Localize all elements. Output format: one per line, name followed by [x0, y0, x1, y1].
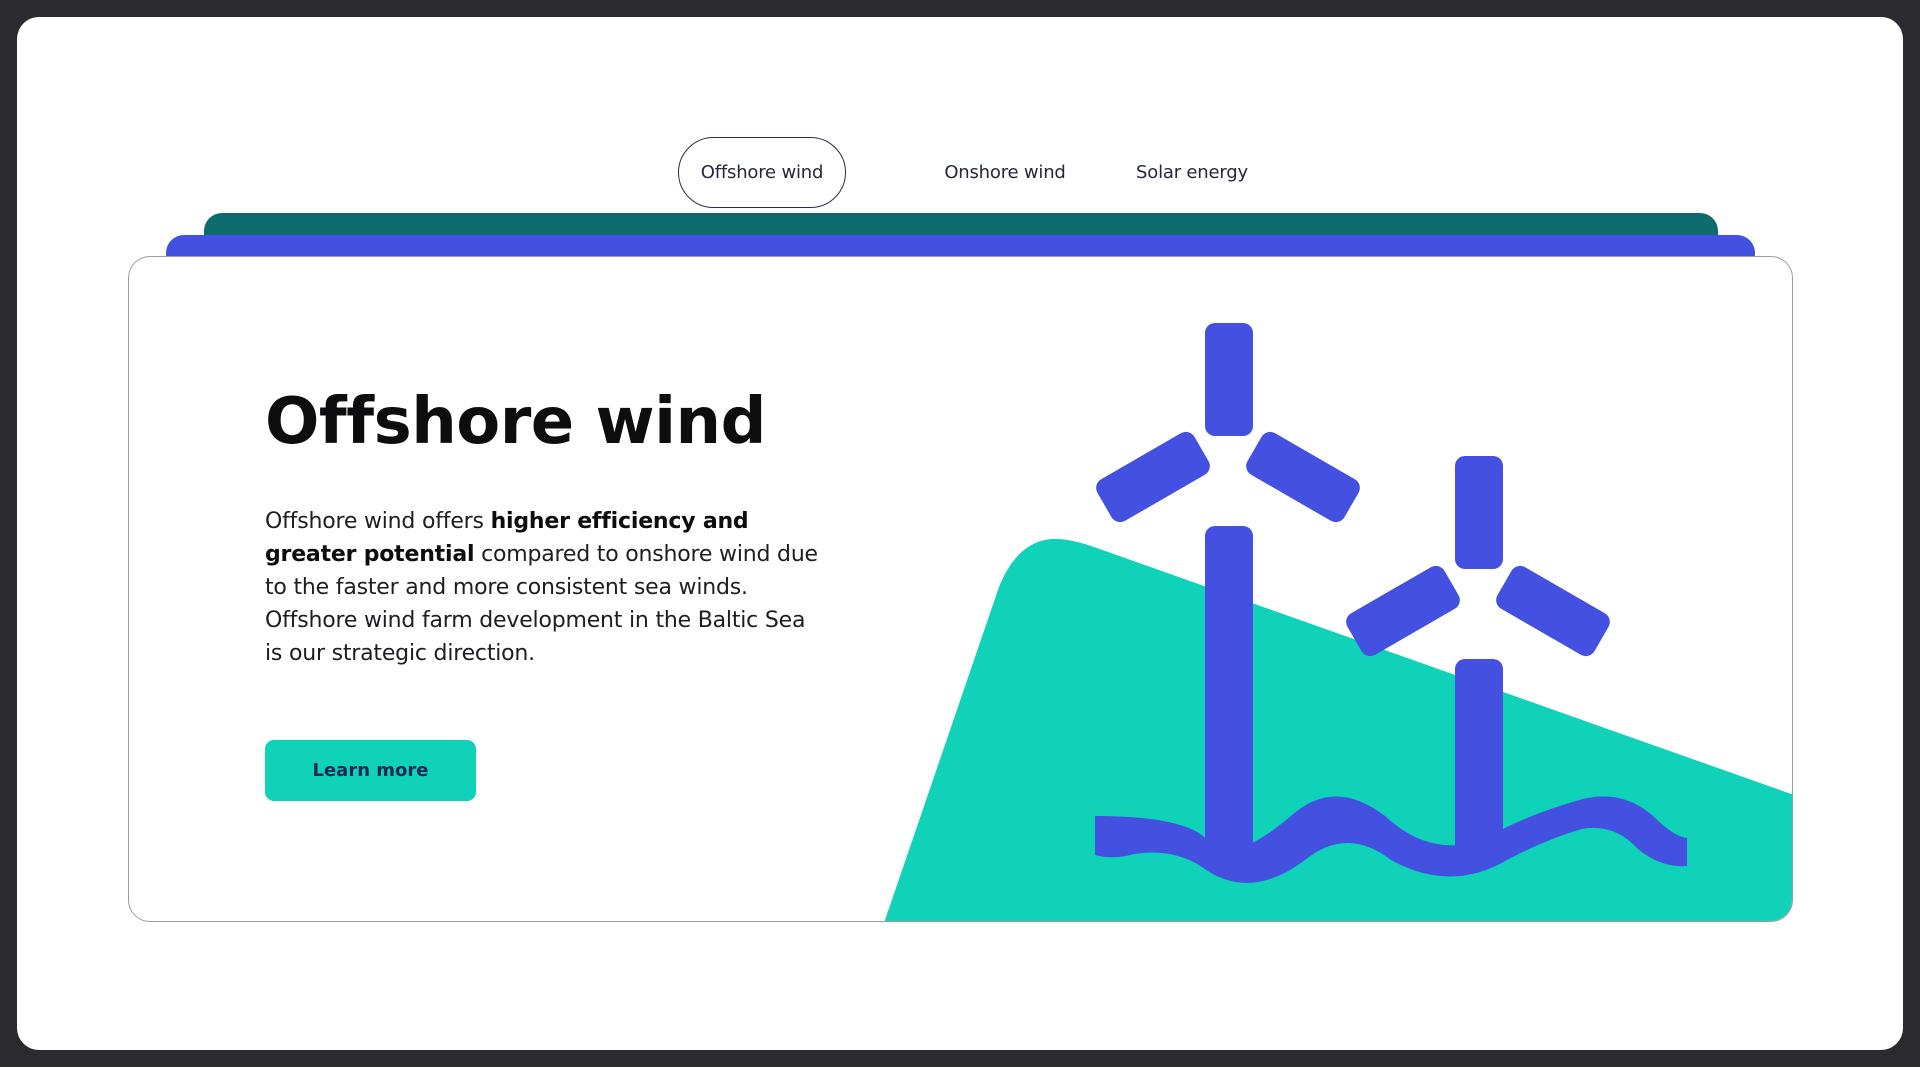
card-title: Offshore wind — [265, 385, 766, 459]
content-card: Offshore wind Offshore wind offers highe… — [128, 256, 1793, 922]
learn-more-button[interactable]: Learn more — [265, 740, 476, 801]
tab-offshore-wind[interactable]: Offshore wind — [678, 137, 846, 208]
tab-solar-energy[interactable]: Solar energy — [1117, 137, 1267, 208]
turbine-large-blade-top — [1205, 323, 1253, 436]
turbine-small-blade-top — [1455, 456, 1503, 569]
turbine-large-tower — [1205, 526, 1253, 861]
turbine-small-blade-right — [1496, 565, 1610, 657]
description-text-1: Offshore wind offers — [265, 509, 491, 534]
turbine-large-blade-right — [1246, 431, 1360, 523]
page-frame: Offshore wind Onshore wind Solar energy — [17, 17, 1903, 1050]
sea-land-shape — [884, 538, 1792, 921]
energy-tabs: Offshore wind Onshore wind Solar energy — [17, 137, 1903, 208]
turbine-small-blade-left — [1346, 565, 1460, 657]
turbine-large-blade-left — [1096, 431, 1210, 523]
tab-onshore-wind[interactable]: Onshore wind — [917, 137, 1093, 208]
turbine-small-tower — [1455, 659, 1503, 859]
card-description: Offshore wind offers higher efficiency a… — [265, 505, 825, 670]
